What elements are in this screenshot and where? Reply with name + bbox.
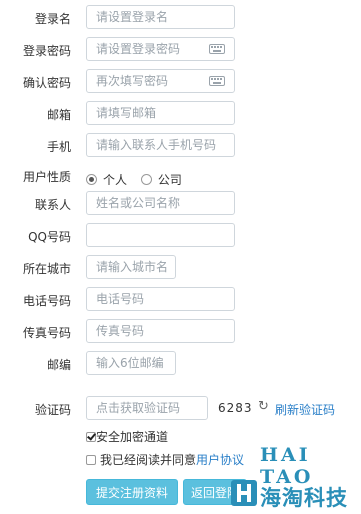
city-row: 所在城市 [0, 255, 361, 281]
radio-personal[interactable] [86, 174, 97, 185]
contact-row: 联系人 [0, 191, 361, 217]
phone-input[interactable] [86, 287, 235, 311]
qq-input[interactable] [86, 223, 235, 247]
radio-company[interactable] [140, 174, 152, 185]
mobile-row: 手机 [0, 133, 361, 159]
watermark-chinese-text: 海淘科技 [260, 486, 348, 510]
password-row: 登录密码 [0, 37, 361, 63]
refresh-icon[interactable]: ↻ [258, 399, 269, 414]
user-type-label: 用户性质 [22, 170, 71, 184]
password-label: 登录密码 [22, 44, 71, 58]
secure-channel-checkbox[interactable] [86, 432, 96, 442]
username-label: 登录名 [34, 12, 71, 26]
keyboard-icon[interactable] [209, 44, 225, 54]
secure-channel-label: 安全加密通道 [96, 430, 169, 444]
username-input[interactable] [86, 5, 235, 29]
submit-button[interactable]: 提交注册资料 [86, 479, 178, 505]
haitao-logo-icon [231, 480, 257, 506]
city-input[interactable] [86, 255, 176, 279]
mobile-label: 手机 [46, 140, 71, 154]
qq-label: QQ号码 [28, 230, 71, 244]
confirm-password-label: 确认密码 [22, 76, 71, 90]
phone-row: 电话号码 [0, 287, 361, 313]
captcha-input[interactable] [86, 396, 208, 420]
confirm-password-row: 确认密码 [0, 69, 361, 95]
fax-input[interactable] [86, 319, 235, 343]
refresh-captcha-link[interactable]: 刷新验证码 [275, 401, 335, 418]
postcode-input[interactable] [86, 351, 176, 375]
agreement-prefix: 我已经阅读并同意 [100, 453, 197, 467]
email-label: 邮箱 [46, 108, 71, 122]
radio-option-company[interactable]: 公司 [140, 173, 182, 187]
captcha-label: 验证码 [34, 403, 71, 417]
secure-channel-row: 安全加密通道 [86, 428, 168, 445]
captcha-row: 验证码 6283 ↻ 刷新验证码 [0, 396, 361, 422]
email-row: 邮箱 [0, 101, 361, 127]
contact-label: 联系人 [34, 198, 71, 212]
fax-label: 传真号码 [22, 326, 71, 340]
contact-input[interactable] [86, 191, 235, 215]
agreement-checkbox[interactable] [86, 455, 96, 465]
radio-personal-label: 个人 [103, 173, 128, 187]
phone-label: 电话号码 [22, 294, 71, 308]
keyboard-icon[interactable] [209, 76, 225, 86]
radio-option-personal[interactable]: 个人 [86, 173, 127, 187]
fax-row: 传真号码 [0, 319, 361, 345]
haitao-watermark-logo: HAI TAO 海淘科技 [230, 444, 361, 512]
email-input[interactable] [86, 101, 235, 125]
user-type-radio-group: 个人 公司 [86, 171, 192, 188]
user-type-row: 用户性质 个人 公司 [0, 167, 361, 193]
radio-company-label: 公司 [157, 173, 182, 187]
agreement-row: 我已经阅读并同意用户协议 [86, 451, 244, 468]
postcode-label: 邮编 [46, 358, 71, 372]
qq-row: QQ号码 [0, 223, 361, 249]
username-row: 登录名 [0, 5, 361, 31]
postcode-row: 邮编 [0, 351, 361, 377]
captcha-code: 6283 [218, 401, 253, 415]
city-label: 所在城市 [22, 262, 71, 276]
mobile-input[interactable] [86, 133, 235, 157]
